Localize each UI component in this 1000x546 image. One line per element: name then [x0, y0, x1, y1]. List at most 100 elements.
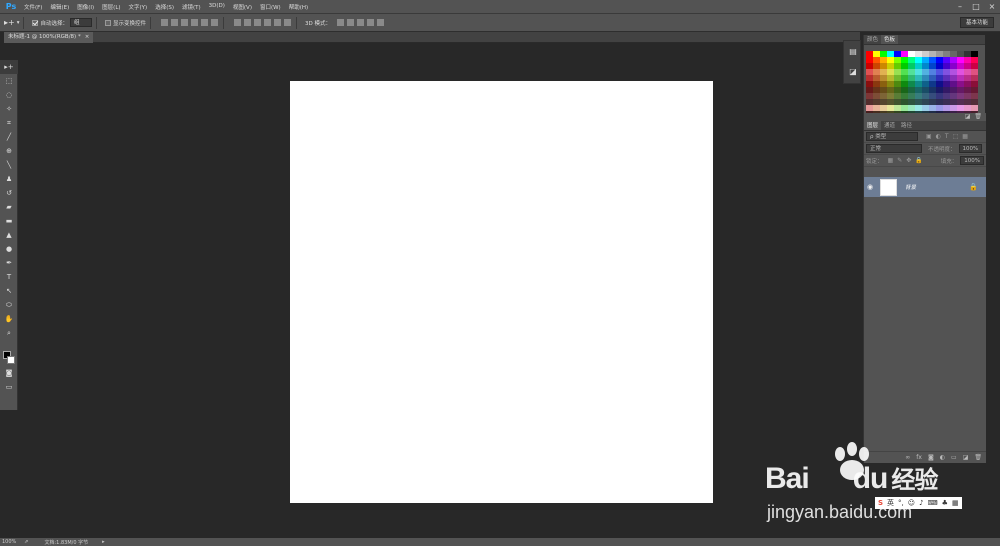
lock-position-icon[interactable]: ✥	[906, 157, 911, 164]
ime-mic-icon[interactable]: ♪	[919, 499, 923, 507]
status-arrow-icon[interactable]: ▸	[102, 539, 105, 545]
layer-row[interactable]: ◉ 背景 🔒	[864, 177, 986, 197]
menu-item[interactable]: 滤镜(T)	[178, 3, 205, 11]
distribute-left-icon[interactable]	[263, 19, 271, 26]
menu-item[interactable]: 图像(I)	[73, 3, 98, 11]
document-tab[interactable]: 未标题-1 @ 100%(RGB/8) * ×	[4, 32, 94, 43]
3d-scale-icon[interactable]	[376, 19, 384, 26]
3d-drag-icon[interactable]	[356, 19, 364, 26]
tab-color[interactable]: 颜色	[864, 35, 881, 44]
hand-icon: ✋	[4, 315, 14, 323]
menu-item[interactable]: 选择(S)	[151, 3, 178, 11]
fill-field[interactable]: 100%	[960, 156, 984, 165]
align-vcenter-icon[interactable]	[170, 19, 178, 26]
distribute-right-icon[interactable]	[283, 19, 291, 26]
workspace-dropdown[interactable]: 基本功能	[959, 17, 994, 28]
tab-paths[interactable]: 路径	[898, 121, 915, 130]
close-window-button[interactable]: ×	[986, 1, 998, 12]
align-hcenter-icon[interactable]	[200, 19, 208, 26]
menu-item[interactable]: 文字(Y)	[125, 3, 152, 11]
distribute-bottom-icon[interactable]	[253, 19, 261, 26]
filter-adjust-icon[interactable]: ◐	[936, 133, 941, 140]
tool-path-select[interactable]: ↖	[0, 284, 18, 298]
menu-item[interactable]: 窗口(W)	[256, 3, 285, 11]
tool-eraser[interactable]: ▰	[0, 200, 18, 214]
align-left-icon[interactable]	[190, 19, 198, 26]
3d-rotate-icon[interactable]	[336, 19, 344, 26]
menu-item[interactable]: 帮助(H)	[285, 3, 312, 11]
quick-mask-button[interactable]: ◙	[0, 366, 18, 380]
menu-item[interactable]: 图层(L)	[98, 3, 124, 11]
tool-zoom[interactable]: ⌕	[0, 326, 18, 340]
tool-stamp[interactable]: ♟	[0, 172, 18, 186]
tab-layers[interactable]: 图层	[864, 121, 882, 130]
tool-shape[interactable]: ⬭	[0, 298, 18, 312]
filter-pixel-icon[interactable]: ▣	[926, 133, 932, 140]
distribute-hcenter-icon[interactable]	[273, 19, 281, 26]
maximize-button[interactable]: □	[970, 1, 982, 12]
ime-keyboard-icon[interactable]: ⌨	[928, 499, 938, 507]
tool-crop[interactable]: ⌗	[0, 116, 18, 130]
lasso-icon: ◌	[5, 91, 13, 99]
blend-mode-dropdown[interactable]: 正常	[866, 144, 922, 153]
move-tool-preset[interactable]: ▸+ ▾	[4, 18, 19, 27]
close-tab-button[interactable]: ×	[85, 32, 90, 43]
ime-emoji-icon[interactable]: ☺	[908, 499, 915, 507]
menu-item[interactable]: 文件(F)	[20, 3, 46, 11]
3d-roll-icon[interactable]	[346, 19, 354, 26]
filter-smart-icon[interactable]: ▦	[962, 133, 968, 140]
filter-shape-icon[interactable]: ⬚	[953, 133, 959, 140]
tool-healing[interactable]: ⊕	[0, 144, 18, 158]
distribute-top-icon[interactable]	[233, 19, 241, 26]
tool-dodge[interactable]: ●	[0, 242, 18, 256]
tool-eyedropper[interactable]: ╱	[0, 130, 18, 144]
tool-quick-select[interactable]: ✧	[0, 102, 18, 116]
zoom-level[interactable]: 100%	[2, 539, 16, 545]
right-panel-dock: 颜色 色板 ◪ 🗑 图层 通道 路径 ρ 类型 ▣ ◐ T ⬚ ▦ 正常 不透明度： 1…	[863, 35, 986, 463]
lock-paint-icon[interactable]: ✎	[897, 157, 902, 164]
history-panel-button[interactable]: ▤	[844, 41, 862, 61]
minimize-button[interactable]: –	[954, 1, 966, 12]
screen-mode-button[interactable]: ▭	[0, 380, 18, 394]
ime-skin-icon[interactable]: ♣	[942, 499, 948, 507]
tool-hand[interactable]: ✋	[0, 312, 18, 326]
tab-swatches[interactable]: 色板	[881, 35, 899, 44]
tool-gradient[interactable]: ▬	[0, 214, 18, 228]
distribute-vcenter-icon[interactable]	[243, 19, 251, 26]
filter-type-icon[interactable]: T	[945, 133, 949, 140]
menu-item[interactable]: 编辑(E)	[46, 3, 73, 11]
align-bottom-icon[interactable]	[180, 19, 188, 26]
auto-select-checkbox[interactable]: 自动选择：	[32, 19, 68, 27]
properties-panel-button[interactable]: ◪	[844, 61, 862, 81]
ime-punct-icon[interactable]: °,	[898, 499, 904, 507]
eye-icon[interactable]: ◉	[864, 183, 876, 191]
tab-channels[interactable]: 通道	[881, 121, 898, 130]
align-top-icon[interactable]	[160, 19, 168, 26]
align-right-icon[interactable]	[210, 19, 218, 26]
tool-brush[interactable]: ╲	[0, 158, 18, 172]
show-transform-checkbox[interactable]: 显示变换控件	[105, 19, 146, 27]
tool-lasso[interactable]: ◌	[0, 88, 18, 102]
lock-all-icon[interactable]: 🔒	[915, 157, 922, 164]
layer-filter-dropdown[interactable]: ρ 类型	[866, 132, 918, 141]
divider	[223, 16, 225, 29]
tool-pen[interactable]: ✒	[0, 256, 18, 270]
tool-marquee[interactable]: ⬚	[0, 74, 18, 88]
tool-type[interactable]: T	[0, 270, 18, 284]
3d-slide-icon[interactable]	[366, 19, 374, 26]
layers-panel: 图层 通道 路径 ρ 类型 ▣ ◐ T ⬚ ▦ 正常 不透明度： 100% 锁定： ▦ ✎…	[864, 121, 986, 463]
auto-select-dropdown[interactable]: 组	[70, 18, 92, 27]
menu-item[interactable]: 3D(D)	[205, 3, 229, 11]
document-canvas[interactable]	[290, 81, 713, 503]
tool-history-brush[interactable]: ↺	[0, 186, 18, 200]
menu-item[interactable]: 视图(V)	[229, 3, 256, 11]
document-tab-bar: 未标题-1 @ 100%(RGB/8) * ×	[4, 32, 860, 43]
ime-language[interactable]: 英	[887, 498, 894, 508]
tool-move[interactable]: ▸+	[0, 60, 18, 74]
tool-blur[interactable]: ▲	[0, 228, 18, 242]
lock-transparent-icon[interactable]: ▦	[888, 157, 894, 164]
ime-tools-icon[interactable]: ▦	[952, 499, 959, 507]
path-select-icon: ↖	[6, 287, 12, 295]
background-color-swatch[interactable]	[7, 356, 15, 364]
opacity-field[interactable]: 100%	[958, 144, 983, 153]
